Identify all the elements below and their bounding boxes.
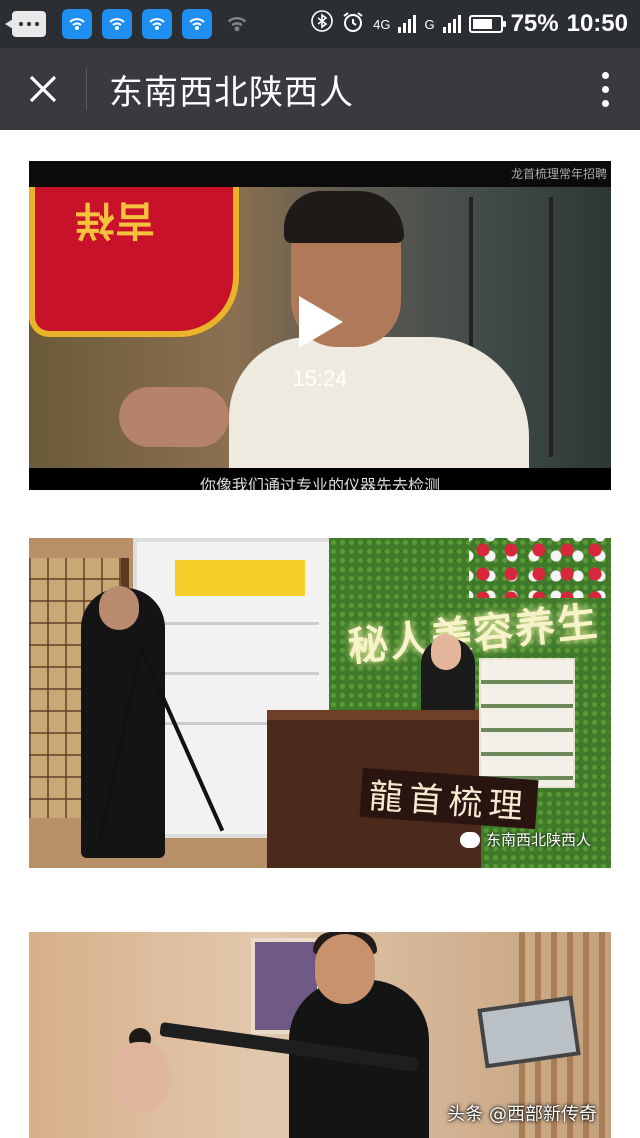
alarm-icon [341,10,365,39]
red-banner: 吉祥 [29,187,239,337]
bluetooth-icon [311,10,333,38]
status-right: 4G G 75% 10:50 [311,10,628,39]
more-menu-button[interactable] [570,48,640,130]
page-title: 东南西北陕西人 [109,72,354,113]
banner-text: 吉祥 [75,197,155,243]
shelf-sign [175,560,305,596]
video-top-bar: 龙首梳理常年招聘 [29,161,611,187]
message-icon [5,11,46,37]
toutiao-watermark: 头条 @西部新传奇 [447,1104,597,1125]
more-vertical-icon [601,99,609,107]
person-hand [119,387,229,447]
woman-head [111,1042,169,1112]
status-bar: 4G G 75% 10:50 [0,0,640,48]
app-bar-divider [86,68,87,110]
shelf-row [151,672,319,675]
close-icon [29,75,57,103]
video-subtitle: 你像我们通过专业的仪器先去检测 [199,476,440,490]
image-watermark: 东南西北陕西人 [459,829,591,850]
play-icon[interactable] [299,296,343,348]
wifi-icon [222,9,252,39]
cameraman-head [99,586,139,630]
operator-head [315,934,375,1004]
battery-percent: 75% [510,10,559,37]
network-type-2: G [424,16,435,32]
person-hair [284,191,404,243]
app-bar: 东南西北陕西人 [0,48,640,130]
wifi-app-icon [102,9,132,39]
signal-icon [442,15,461,33]
article-content[interactable]: 龙首梳理常年招聘 吉祥 你像我们通过专业的仪器先去检测 15:24 秘人美容养生… [0,130,640,1138]
window-frame [549,197,553,457]
person-shirt [229,337,529,477]
product-boxes [479,658,575,788]
wifi-app-icon [182,9,212,39]
watermark-text: 东南西北陕西人 [485,831,591,849]
video-player[interactable]: 龙首梳理常年招聘 吉祥 你像我们通过专业的仪器先去检测 15:24 [29,161,611,490]
wifi-app-icon [142,9,172,39]
network-type-1: 4G [373,16,391,32]
wechat-icon [459,831,480,848]
battery-icon [468,15,506,33]
video-duration: 15:24 [292,366,348,391]
clock: 10:50 [566,10,628,37]
wifi-app-icon [62,9,92,39]
battery-fill [472,19,493,29]
article-image[interactable]: 头条 @西部新传奇 [29,932,611,1138]
video-bottom-bar: 你像我们通过专业的仪器先去检测 [29,468,611,490]
shelf-row [151,622,319,625]
hostess-head [431,634,461,670]
more-vertical-icon [601,85,609,93]
video-corner-text: 龙首梳理常年招聘 [510,167,607,181]
more-vertical-icon [601,71,609,79]
article-image[interactable]: 秘人美容养生 龍首梳理 东南西北陕西人 [29,538,611,868]
close-button[interactable] [0,48,86,130]
signal-icon [398,15,417,33]
status-left [5,9,252,39]
